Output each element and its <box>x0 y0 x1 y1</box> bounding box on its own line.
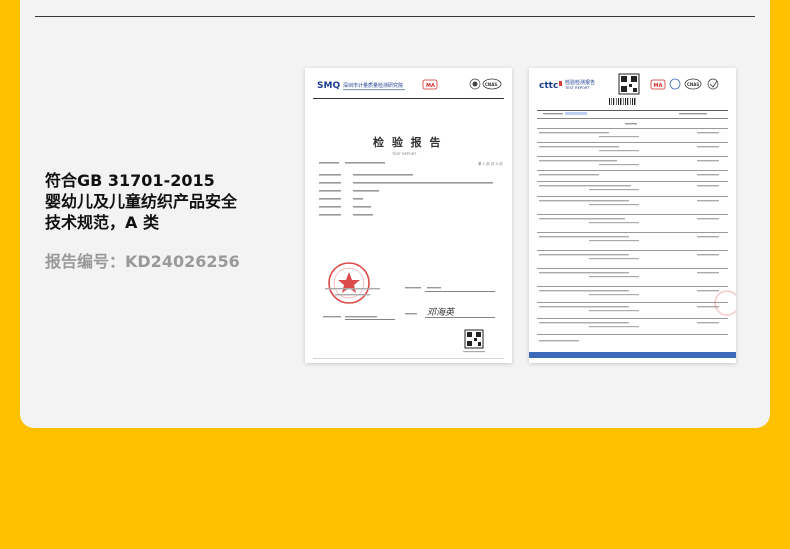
cttc-title-en: TEST REPORT <box>564 86 590 90</box>
cttc-logo: cttc <box>539 81 558 91</box>
page-info: 第 1 页 共 4 页 <box>478 161 503 166</box>
title-line-3: 技术规范，A 类 <box>45 213 159 232</box>
svg-text:MA: MA <box>654 83 663 89</box>
report-cover-image: SMQ 深圳市计量质量检测研究院 MA CNAS 检 验 报 告 TEST RE… <box>313 78 504 359</box>
official-seal-icon <box>328 262 370 304</box>
cnas-mark-icon: CNAS <box>684 78 702 90</box>
barcode-icon <box>609 98 636 105</box>
stamp-icon <box>714 290 736 316</box>
inspection-report-cover: SMQ 深圳市计量质量检测研究院 MA CNAS 检 验 报 告 TEST RE… <box>305 68 512 363</box>
cnas-mark-icon: CNAS <box>482 78 502 90</box>
signature: 邓海英 <box>427 307 456 318</box>
report-number: 报告编号：KD24026256 <box>45 252 240 271</box>
accreditation-mark-icon <box>707 78 719 90</box>
smq-logo: SMQ <box>317 81 340 91</box>
top-divider <box>35 16 755 17</box>
ilac-mark-icon <box>469 78 481 90</box>
ilac-mark-icon <box>669 78 681 90</box>
title-line-2: 婴幼儿及儿童纺织产品安全 <box>45 192 238 211</box>
report-subheading: TEST REPORT <box>391 152 417 156</box>
cttc-title: 检验检测报告 <box>565 79 595 86</box>
results-page-image: cttc 检验检测报告 TEST REPORT MA CNAS <box>529 73 736 358</box>
qr-code-icon <box>464 329 484 349</box>
compliance-title: 符合GB 31701-2015 婴幼儿及儿童纺织产品安全 技术规范，A 类 <box>45 170 285 233</box>
svg-text:MA: MA <box>426 83 435 89</box>
results-table <box>537 128 728 342</box>
title-line-1: 符合GB 31701-2015 <box>45 171 215 190</box>
test-results-page: cttc 检验检测报告 TEST REPORT MA CNAS <box>529 68 736 363</box>
svg-text:CNAS: CNAS <box>485 82 497 87</box>
smq-org-name: 深圳市计量质量检测研究院 <box>343 82 403 89</box>
cma-mark-icon: MA <box>650 79 666 90</box>
report-heading: 检 验 报 告 <box>373 135 443 149</box>
svg-text:CNAS: CNAS <box>687 82 699 87</box>
cma-mark-icon: MA <box>422 79 438 90</box>
qr-code-icon <box>618 73 640 95</box>
